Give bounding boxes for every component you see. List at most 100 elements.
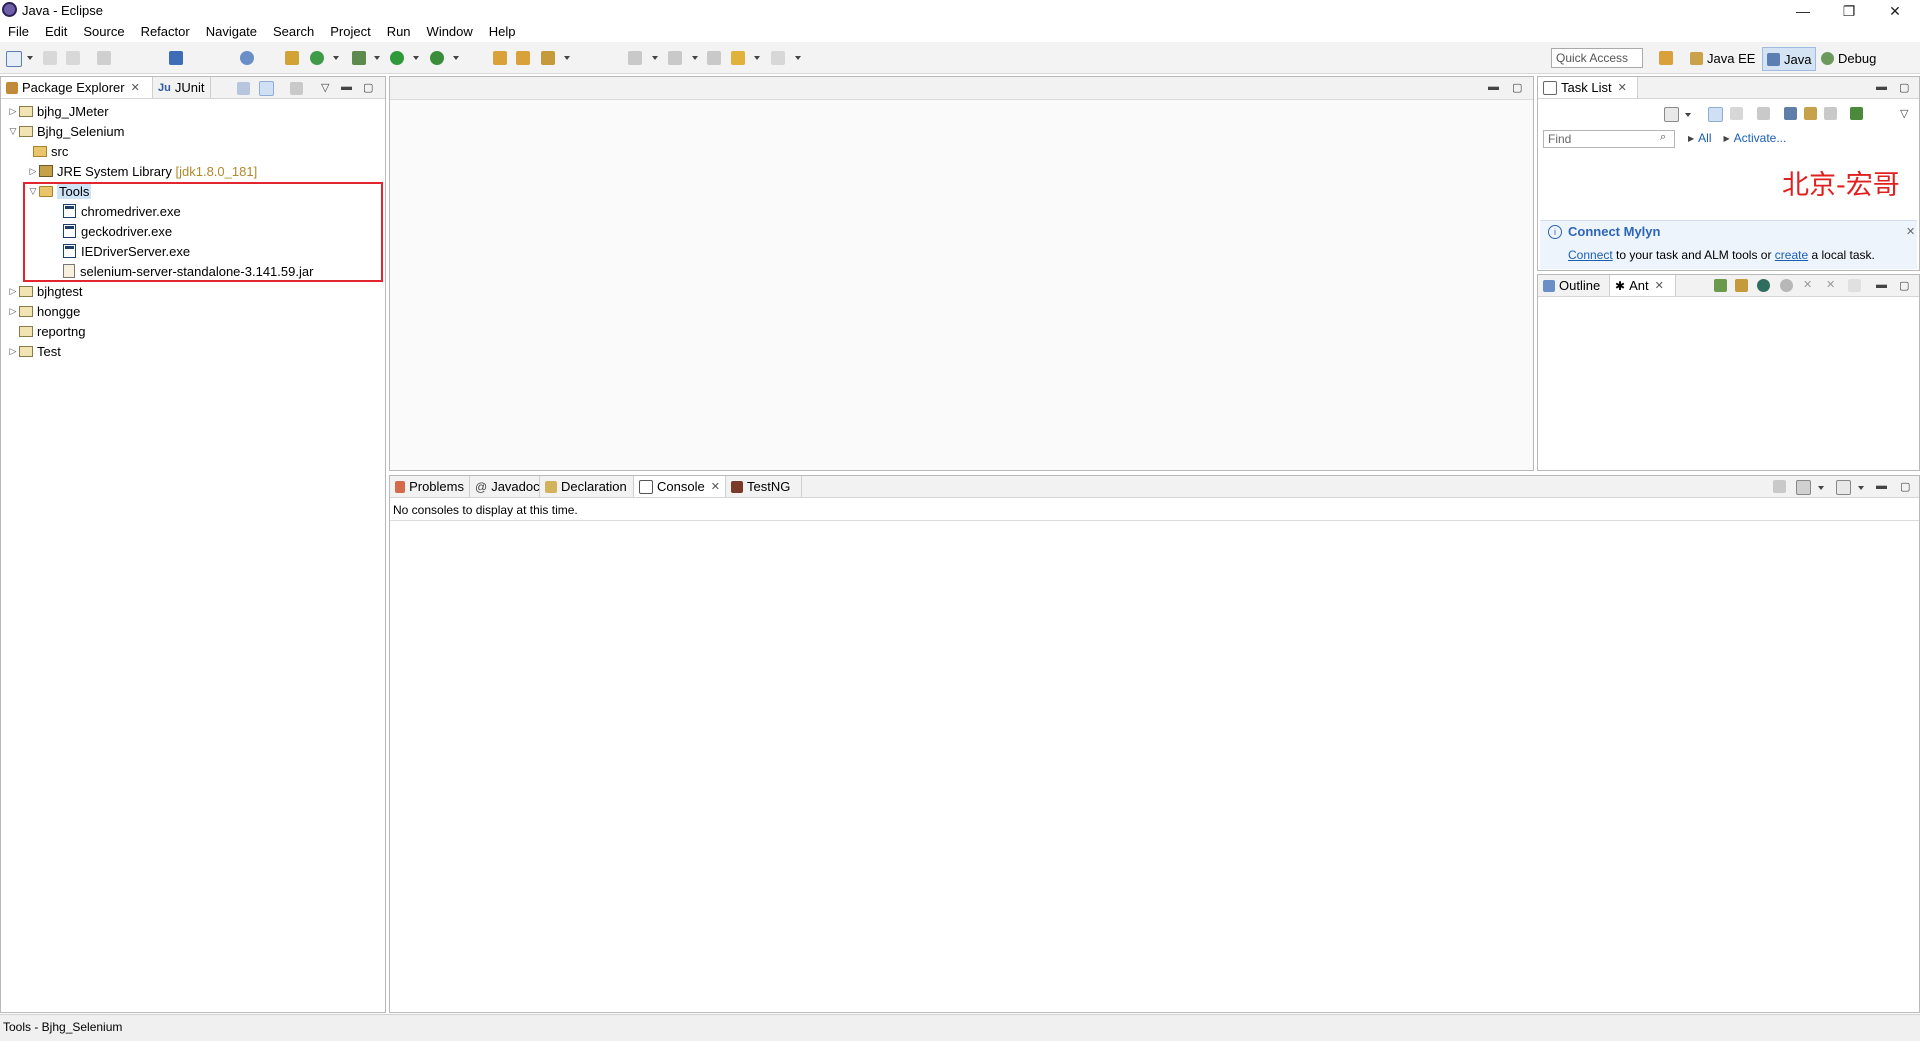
connect-link[interactable]: Connect xyxy=(1568,248,1613,262)
minimize-view-icon[interactable]: ▬ xyxy=(341,81,352,93)
link-with-editor-icon[interactable] xyxy=(259,81,274,96)
menu-edit[interactable]: Edit xyxy=(37,22,75,42)
tab-javadoc[interactable]: @ Javadoc xyxy=(470,476,540,497)
debug-dropdown-icon[interactable] xyxy=(374,56,380,60)
new-class-dropdown-icon[interactable] xyxy=(333,56,339,60)
maximize-view-icon[interactable]: ▢ xyxy=(363,81,373,94)
skip-breakpoints-icon[interactable] xyxy=(240,51,254,65)
minimize-view-icon[interactable]: ▬ xyxy=(1876,279,1887,291)
expand-icon[interactable]: ▷ xyxy=(7,106,19,117)
tree-item-test[interactable]: ▷ Test xyxy=(7,341,61,361)
activate-task-link[interactable]: Activate... xyxy=(1734,131,1787,145)
collapse-icon[interactable]: ▽ xyxy=(7,126,19,137)
new-package-icon[interactable] xyxy=(285,51,299,65)
tab-package-explorer[interactable]: Package Explorer ✕ xyxy=(1,77,153,98)
categorized-icon[interactable] xyxy=(1708,107,1723,122)
open-console-dropdown-icon[interactable] xyxy=(1858,486,1864,490)
external-tools-icon[interactable] xyxy=(430,51,444,65)
close-icon[interactable]: ✕ xyxy=(711,480,720,493)
tab-outline[interactable]: Outline xyxy=(1538,275,1610,296)
menu-file[interactable]: File xyxy=(0,22,37,42)
menu-run[interactable]: Run xyxy=(379,22,419,42)
previous-annotation-dropdown-icon[interactable] xyxy=(692,56,698,60)
debug-icon[interactable] xyxy=(352,51,366,65)
save-all-icon[interactable] xyxy=(66,51,80,65)
next-annotation-dropdown-icon[interactable] xyxy=(652,56,658,60)
minimize-view-icon[interactable]: ▬ xyxy=(1876,81,1887,93)
tree-item-bjhg-selenium[interactable]: ▽ Bjhg_Selenium xyxy=(7,121,125,141)
terminal-icon[interactable] xyxy=(169,51,183,65)
menu-refactor[interactable]: Refactor xyxy=(133,22,198,42)
previous-annotation-icon[interactable] xyxy=(668,51,682,65)
hide-completed-icon[interactable] xyxy=(1757,107,1770,120)
run-target-icon[interactable] xyxy=(1780,279,1793,292)
close-button[interactable]: ✕ xyxy=(1872,0,1918,22)
menu-source[interactable]: Source xyxy=(75,22,132,42)
search-buildfiles-icon[interactable] xyxy=(1735,279,1748,292)
tab-problems[interactable]: Problems xyxy=(390,476,470,497)
tree-item-bjhgtest[interactable]: ▷ bjhgtest xyxy=(7,281,83,301)
menu-window[interactable]: Window xyxy=(419,22,481,42)
perspective-java[interactable]: Java xyxy=(1762,47,1817,71)
expand-icon[interactable]: ▷ xyxy=(7,306,19,317)
print-icon[interactable] xyxy=(97,51,111,65)
close-icon[interactable]: ✕ xyxy=(1906,225,1915,238)
menu-project[interactable]: Project xyxy=(322,22,378,42)
run-dropdown-icon[interactable] xyxy=(413,56,419,60)
save-icon[interactable] xyxy=(43,51,57,65)
maximize-view-icon[interactable]: ▢ xyxy=(1899,81,1909,94)
minimize-editor-icon[interactable]: ▬ xyxy=(1488,81,1499,93)
forward-dropdown-icon[interactable] xyxy=(795,56,801,60)
perspective-debug[interactable]: Debug xyxy=(1821,47,1876,69)
new-task-dropdown-icon[interactable] xyxy=(1685,113,1691,117)
tree-item-hongge[interactable]: ▷ hongge xyxy=(7,301,81,321)
scheduled-icon[interactable] xyxy=(1730,107,1743,120)
tab-declaration[interactable]: Declaration xyxy=(540,476,634,497)
open-console-icon[interactable] xyxy=(1836,480,1851,495)
focus-on-workweek-icon[interactable] xyxy=(1784,107,1797,120)
tree-item-jre-system-library[interactable]: ▷ JRE System Library [jdk1.8.0_181] xyxy=(27,161,258,181)
last-edit-icon[interactable] xyxy=(707,51,721,65)
tab-testng[interactable]: TestNG xyxy=(726,476,802,497)
search-dropdown-icon[interactable] xyxy=(564,56,570,60)
filter-icon[interactable] xyxy=(290,82,303,95)
menu-help[interactable]: Help xyxy=(481,22,524,42)
restore-button[interactable]: ❐ xyxy=(1826,0,1872,22)
new-icon[interactable] xyxy=(6,51,22,67)
tree-item-reportng[interactable]: reportng xyxy=(19,321,85,341)
add-buildfiles-icon[interactable] xyxy=(1714,279,1727,292)
collapse-icon[interactable] xyxy=(1848,279,1861,292)
tab-junit[interactable]: Ju JUnit xyxy=(153,77,211,98)
maximize-view-icon[interactable]: ▢ xyxy=(1899,279,1909,292)
search-icon[interactable] xyxy=(541,51,555,65)
open-resource-icon[interactable] xyxy=(516,51,530,65)
expand-icon[interactable]: ▷ xyxy=(7,286,19,297)
close-icon[interactable]: ✕ xyxy=(131,81,140,94)
synchronize-icon[interactable] xyxy=(1804,107,1817,120)
expand-icon[interactable]: ▷ xyxy=(7,346,19,357)
tab-ant[interactable]: ✱ Ant ✕ xyxy=(1610,275,1676,296)
forward-arrow-icon[interactable] xyxy=(771,51,785,65)
view-menu-icon[interactable]: ▽ xyxy=(321,81,329,94)
menu-search[interactable]: Search xyxy=(265,22,322,42)
next-annotation-icon[interactable] xyxy=(628,51,642,65)
display-console-dropdown-icon[interactable] xyxy=(1818,486,1824,490)
remove-icon[interactable]: ✕ xyxy=(1803,278,1812,291)
open-type-icon[interactable] xyxy=(493,51,507,65)
view-menu-icon[interactable]: ▽ xyxy=(1900,107,1908,120)
collapse-all-icon[interactable] xyxy=(1824,107,1837,120)
pin-console-icon[interactable] xyxy=(1773,480,1786,493)
maximize-view-icon[interactable]: ▢ xyxy=(1900,480,1910,493)
back-dropdown-icon[interactable] xyxy=(754,56,760,60)
back-arrow-icon[interactable] xyxy=(731,51,745,65)
maximize-editor-icon[interactable]: ▢ xyxy=(1512,81,1522,94)
hide-internal-targets-icon[interactable] xyxy=(1757,279,1770,292)
tab-console[interactable]: Console ✕ xyxy=(634,476,726,497)
quick-access-input[interactable]: Quick Access xyxy=(1551,48,1643,68)
filter-all-link[interactable]: All xyxy=(1698,131,1711,145)
new-dropdown-icon[interactable] xyxy=(27,56,33,60)
new-class-icon[interactable] xyxy=(310,51,324,65)
close-icon[interactable]: ✕ xyxy=(1618,81,1627,94)
run-icon[interactable] xyxy=(390,51,404,65)
close-icon[interactable]: ✕ xyxy=(1655,279,1664,292)
